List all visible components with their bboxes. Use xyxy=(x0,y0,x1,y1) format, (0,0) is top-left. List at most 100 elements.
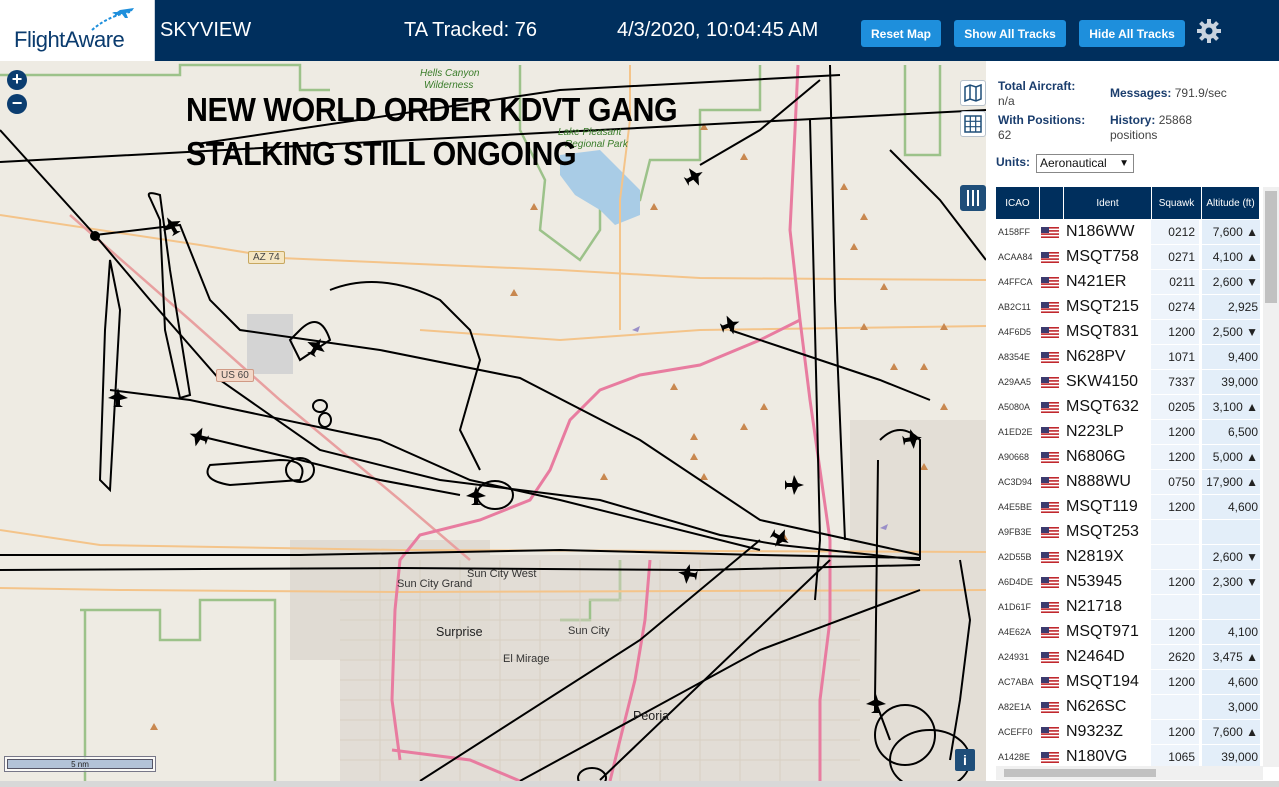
col-header-flag[interactable] xyxy=(1040,187,1064,219)
col-header-altitude[interactable]: Altitude (ft) xyxy=(1202,187,1260,219)
map-view[interactable]: Hells Canyon Wilderness Lake Pleasant Re… xyxy=(0,61,986,781)
us-flag-icon xyxy=(1041,427,1059,438)
table-row[interactable]: A1D61F N21718 xyxy=(996,595,1260,620)
cell-squawk: 1200 xyxy=(1151,420,1199,444)
overlay-line-2: STALKING STILL ONGOING xyxy=(186,135,577,172)
cell-icao: AB2C11 xyxy=(998,302,1031,312)
us-flag-icon xyxy=(1041,377,1059,388)
stat-total-aircraft: Total Aircraft: n/a xyxy=(998,79,1075,109)
table-row[interactable]: A2D55B N2819X 2,600 ▼ xyxy=(996,545,1260,570)
table-row[interactable]: A6D4DE N53945 1200 2,300 ▼ xyxy=(996,570,1260,595)
vertical-scroll-thumb[interactable] xyxy=(1265,191,1277,303)
cell-icao: A4E62A xyxy=(998,627,1032,637)
sidebar-toggle-button[interactable] xyxy=(960,185,986,211)
cell-icao: A5080A xyxy=(998,402,1031,412)
cell-squawk xyxy=(1151,595,1199,619)
flightaware-logo[interactable]: FlightAware xyxy=(0,0,155,61)
tracked-count: TA Tracked: 76 xyxy=(404,19,538,41)
table-row[interactable]: A4E5BE MSQT119 1200 4,600 xyxy=(996,495,1260,520)
horizontal-scroll-thumb[interactable] xyxy=(1004,769,1156,777)
table-vertical-scrollbar[interactable] xyxy=(1263,187,1279,767)
cell-icao: A6D4DE xyxy=(998,577,1034,587)
table-row[interactable]: AC7ABA MSQT194 1200 4,600 xyxy=(996,670,1260,695)
table-row[interactable]: A9FB3E MSQT253 xyxy=(996,520,1260,545)
table-row[interactable]: ACAA84 MSQT758 0271 4,100 ▲ xyxy=(996,245,1260,270)
zoom-out-icon[interactable]: − xyxy=(7,94,27,114)
table-row[interactable]: A82E1A N626SC 3,000 xyxy=(996,695,1260,720)
cell-ident: MSQT632 xyxy=(1066,398,1139,415)
cell-ident: N6806G xyxy=(1066,448,1126,465)
cell-icao: A4FFCA xyxy=(998,277,1033,287)
cell-icao: ACEFF0 xyxy=(998,727,1033,737)
us-flag-icon xyxy=(1041,752,1059,763)
cell-ident: MSQT119 xyxy=(1066,498,1138,515)
cell-altitude: 7,600 ▲ xyxy=(1202,720,1260,744)
info-icon[interactable]: i xyxy=(955,749,975,771)
gear-icon[interactable] xyxy=(1196,18,1222,44)
stat-history-value: 25868 xyxy=(1158,113,1193,127)
stat-history-label: History: xyxy=(1110,113,1156,127)
reset-map-button[interactable]: Reset Map xyxy=(861,20,941,47)
cell-squawk: 1200 xyxy=(1151,445,1199,469)
table-row[interactable]: A29AA5 SKW4150 7337 39,000 xyxy=(996,370,1260,395)
units-value: Aeronautical xyxy=(1040,156,1107,170)
table-header: ICAO Ident Squawk Altitude (ft) xyxy=(996,187,1260,219)
table-horizontal-scrollbar[interactable] xyxy=(996,766,1263,780)
us-flag-icon xyxy=(1041,352,1059,363)
show-all-tracks-button[interactable]: Show All Tracks xyxy=(954,20,1066,47)
col-header-ident[interactable]: Ident xyxy=(1064,187,1152,219)
cell-altitude: 2,300 ▼ xyxy=(1202,570,1260,594)
table-row[interactable]: A8354E N628PV 1071 9,400 xyxy=(996,345,1260,370)
table-row[interactable]: A90668 N6806G 1200 5,000 ▲ xyxy=(996,445,1260,470)
table-row[interactable]: A4F6D5 MSQT831 1200 2,500 ▼ xyxy=(996,320,1260,345)
map-layer-button[interactable] xyxy=(960,80,986,106)
us-flag-icon xyxy=(1041,577,1059,588)
sidebar: Total Aircraft: n/a Messages: 791.9/sec … xyxy=(986,61,1279,787)
cell-altitude: 17,900 ▲ xyxy=(1202,470,1260,494)
map-icon xyxy=(964,84,982,102)
table-row[interactable]: ACEFF0 N9323Z 1200 7,600 ▲ xyxy=(996,720,1260,745)
grid-toggle-button[interactable] xyxy=(960,111,986,137)
cell-squawk xyxy=(1151,545,1199,569)
cell-altitude xyxy=(1202,595,1260,619)
cell-icao: AC7ABA xyxy=(998,677,1034,687)
place-sun-city-west: Sun City West xyxy=(467,568,537,580)
cell-icao: A1D61F xyxy=(998,602,1032,612)
cell-squawk: 1200 xyxy=(1151,620,1199,644)
col-header-squawk[interactable]: Squawk xyxy=(1152,187,1202,219)
us-flag-icon xyxy=(1041,402,1059,413)
stat-history-unit: positions xyxy=(1110,128,1158,142)
hide-all-tracks-button[interactable]: Hide All Tracks xyxy=(1079,20,1185,47)
us-flag-icon xyxy=(1041,727,1059,738)
col-header-icao[interactable]: ICAO xyxy=(996,187,1040,219)
table-row[interactable]: AB2C11 MSQT215 0274 2,925 xyxy=(996,295,1260,320)
us-flag-icon xyxy=(1041,477,1059,488)
cell-altitude: 2,500 ▼ xyxy=(1202,320,1260,344)
cell-altitude: 3,000 xyxy=(1202,695,1260,719)
table-row[interactable]: A4FFCA N421ER 0211 2,600 ▼ xyxy=(996,270,1260,295)
cell-squawk: 1200 xyxy=(1151,320,1199,344)
road-badge-az74: AZ 74 xyxy=(248,251,285,264)
us-flag-icon xyxy=(1041,302,1059,313)
table-row[interactable]: AC3D94 N888WU 0750 17,900 ▲ xyxy=(996,470,1260,495)
units-select[interactable]: Aeronautical ▼ xyxy=(1036,154,1134,173)
table-row[interactable]: A5080A MSQT632 0205 3,100 ▲ xyxy=(996,395,1260,420)
scale-label: 5 nm xyxy=(7,759,153,769)
cell-squawk: 7337 xyxy=(1151,370,1199,394)
zoom-in-icon[interactable]: + xyxy=(7,70,27,90)
table-row[interactable]: A24931 N2464D 2620 3,475 ▲ xyxy=(996,645,1260,670)
us-flag-icon xyxy=(1041,502,1059,513)
table-row[interactable]: A1ED2E N223LP 1200 6,500 xyxy=(996,420,1260,445)
table-row[interactable]: A158FF N186WW 0212 7,600 ▲ xyxy=(996,220,1260,245)
cell-ident: N186WW xyxy=(1066,223,1135,240)
skyview-app: FlightAware SKYVIEW TA Tracked: 76 4/3/2… xyxy=(0,0,1279,787)
road-badge-us60: US 60 xyxy=(216,369,254,382)
bottom-edge xyxy=(0,781,1279,787)
us-flag-icon xyxy=(1041,277,1059,288)
stat-messages-label: Messages: xyxy=(1110,86,1172,100)
cell-ident: MSQT253 xyxy=(1066,523,1139,540)
cell-squawk: 2620 xyxy=(1151,645,1199,669)
table-row[interactable]: A4E62A MSQT971 1200 4,100 xyxy=(996,620,1260,645)
cell-icao: A8354E xyxy=(998,352,1031,362)
cell-icao: A9FB3E xyxy=(998,527,1032,537)
